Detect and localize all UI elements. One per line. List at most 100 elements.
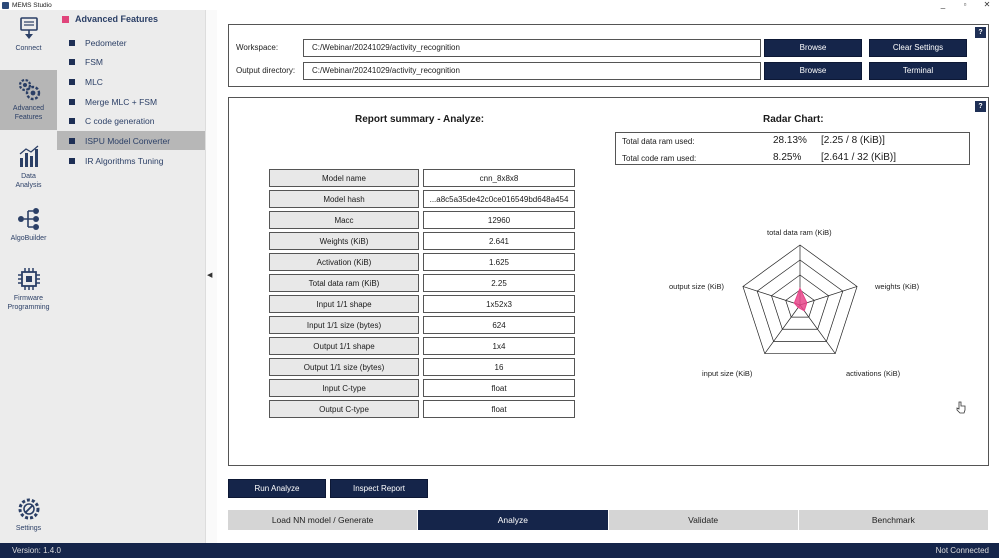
bullet-icon bbox=[69, 117, 75, 124]
table-row: Input 1/1 shape 1x52x3 bbox=[269, 295, 575, 313]
report-summary-table: Model name cnn_8x8x8 Model hash ...a8c5a35d… bbox=[269, 166, 575, 421]
connect-icon bbox=[19, 17, 38, 39]
table-cell-value: float bbox=[423, 400, 575, 418]
table-cell-value: 624 bbox=[423, 316, 575, 334]
hand-cursor-icon bbox=[956, 401, 966, 414]
table-row: Input C-type float bbox=[269, 379, 575, 397]
sidebar-label-connect: Connect bbox=[15, 45, 42, 52]
inspect-report-button[interactable]: Inspect Report bbox=[330, 479, 428, 498]
table-row: Input 1/1 size (bytes) 624 bbox=[269, 316, 575, 334]
radar-chart bbox=[742, 244, 858, 354]
table-cell-value: 1x52x3 bbox=[423, 295, 575, 313]
table-cell-value: 1.625 bbox=[423, 253, 575, 271]
advanced-features-submenu: Advanced Features Pedometer FSM MLC Merg… bbox=[57, 10, 205, 543]
submenu-item-label: FSM bbox=[85, 56, 103, 67]
output-browse-button[interactable]: Browse bbox=[764, 62, 862, 80]
submenu-item-mlc[interactable]: MLC bbox=[57, 72, 205, 91]
code-ram-percent: 8.25% bbox=[773, 152, 802, 163]
table-cell-key: Input 1/1 shape bbox=[269, 295, 419, 313]
radar-chart-title: Radar Chart: bbox=[763, 114, 824, 125]
submenu-item-ir-algorithms-tuning[interactable]: IR Algorithms Tuning bbox=[57, 151, 205, 170]
restore-button[interactable]: ▫ bbox=[956, 0, 974, 10]
run-analyze-button[interactable]: Run Analyze bbox=[228, 479, 326, 498]
table-cell-value: 12960 bbox=[423, 211, 575, 229]
submenu-item-label: ISPU Model Converter bbox=[85, 135, 171, 146]
sidebar-item-firmware-programming[interactable]: Firmware Programming bbox=[0, 260, 57, 318]
bullet-icon bbox=[69, 78, 75, 85]
config-help-button[interactable]: ? bbox=[975, 27, 986, 38]
table-cell-value: 2.25 bbox=[423, 274, 575, 292]
terminal-button[interactable]: Terminal bbox=[869, 62, 967, 80]
code-ram-label: Total code ram used: bbox=[622, 154, 697, 163]
sidebar-label-data-analysis: Data Analysis bbox=[15, 173, 42, 189]
sidebar-item-algobuilder[interactable]: AlgoBuilder bbox=[0, 200, 57, 258]
radar-series-polygon bbox=[793, 286, 808, 312]
submenu-header: Advanced Features bbox=[62, 14, 158, 24]
title-bar: MEMS Studio _ ▫ ✕ bbox=[0, 0, 999, 10]
window-title: MEMS Studio bbox=[12, 1, 52, 9]
app-logo-icon bbox=[2, 1, 9, 9]
sidebar-label-advanced-features: Advanced Features bbox=[12, 105, 45, 121]
submenu-header-marker bbox=[62, 15, 69, 23]
data-ram-label: Total data ram used: bbox=[622, 137, 695, 146]
radar-axis-label-bottom-right: activations (KiB) bbox=[846, 369, 901, 378]
tab-analyze[interactable]: Analyze bbox=[418, 510, 608, 530]
table-row: Model hash ...a8c5a35de42c0ce016549bd648a… bbox=[269, 190, 575, 208]
tab-load-nn-model[interactable]: Load NN model / Generate bbox=[228, 510, 418, 530]
sidebar-item-settings[interactable]: Settings bbox=[0, 493, 57, 543]
output-directory-label: Output directory: bbox=[236, 66, 296, 75]
main-sidebar: Connect Advanced Features Data Analysis … bbox=[0, 10, 57, 543]
table-cell-key: Model hash bbox=[269, 190, 419, 208]
clear-settings-button[interactable]: Clear Settings bbox=[869, 39, 967, 57]
table-cell-value: cnn_8x8x8 bbox=[423, 169, 575, 187]
submenu-item-ispu-model-converter[interactable]: ISPU Model Converter bbox=[57, 131, 205, 150]
settings-icon bbox=[18, 498, 39, 520]
sidebar-item-data-analysis[interactable]: Data Analysis bbox=[0, 138, 57, 196]
radar-axis-label-right: weights (KiB) bbox=[875, 282, 920, 291]
collapse-arrow-icon[interactable]: ◀ bbox=[207, 271, 212, 279]
minimize-button[interactable]: _ bbox=[934, 0, 952, 10]
report-help-button[interactable]: ? bbox=[975, 101, 986, 112]
table-cell-value: 16 bbox=[423, 358, 575, 376]
table-cell-key: Model name bbox=[269, 169, 419, 187]
submenu-item-pedometer[interactable]: Pedometer bbox=[57, 33, 205, 52]
submenu-item-label: Merge MLC + FSM bbox=[85, 96, 158, 107]
table-cell-key: Input 1/1 size (bytes) bbox=[269, 316, 419, 334]
table-cell-key: Macc bbox=[269, 211, 419, 229]
workspace-label: Workspace: bbox=[236, 43, 279, 52]
status-bar: Version: 1.4.0 Not Connected bbox=[0, 543, 999, 558]
bullet-icon bbox=[69, 98, 75, 105]
submenu-item-label: MLC bbox=[85, 76, 103, 87]
close-button[interactable]: ✕ bbox=[978, 0, 996, 10]
submenu-item-c-code-generation[interactable]: C code generation bbox=[57, 111, 205, 130]
tab-benchmark[interactable]: Benchmark bbox=[798, 510, 988, 530]
code-ram-detail: [2.641 / 32 (KiB)] bbox=[821, 152, 897, 163]
table-row: Total data ram (KiB) 2.25 bbox=[269, 274, 575, 292]
table-cell-value: ...a8c5a35de42c0ce016549bd648a454 bbox=[423, 190, 575, 208]
submenu-item-fsm[interactable]: FSM bbox=[57, 52, 205, 71]
sidebar-item-advanced-features[interactable]: Advanced Features bbox=[0, 70, 57, 130]
submenu-item-merge-mlc-fsm[interactable]: Merge MLC + FSM bbox=[57, 92, 205, 111]
connection-status: Not Connected bbox=[935, 546, 989, 555]
submenu-item-label: C code generation bbox=[85, 115, 155, 126]
table-row: Output 1/1 shape 1x4 bbox=[269, 337, 575, 355]
sidebar-item-connect[interactable]: Connect bbox=[0, 10, 57, 68]
output-directory-input[interactable]: C:/Webinar/20241029/activity_recognition bbox=[303, 62, 761, 80]
gears-icon bbox=[18, 78, 40, 101]
table-cell-value: float bbox=[423, 379, 575, 397]
version-text: Version: 1.4.0 bbox=[12, 546, 61, 555]
workspace-input[interactable]: C:/Webinar/20241029/activity_recognition bbox=[303, 39, 761, 57]
tab-validate[interactable]: Validate bbox=[608, 510, 798, 530]
bar-chart-icon bbox=[19, 145, 38, 167]
table-cell-key: Activation (KiB) bbox=[269, 253, 419, 271]
submenu-item-label: Pedometer bbox=[85, 37, 127, 48]
data-ram-percent: 28.13% bbox=[773, 135, 807, 146]
submenu-title: Advanced Features bbox=[75, 14, 159, 24]
sidebar-label-algobuilder: AlgoBuilder bbox=[10, 235, 47, 242]
table-row: Weights (KiB) 2.641 bbox=[269, 232, 575, 250]
submenu-item-label: IR Algorithms Tuning bbox=[85, 155, 164, 166]
radar-axis-label-bottom-left: input size (KiB) bbox=[702, 369, 753, 378]
radar-axis-label-top: total data ram (KiB) bbox=[767, 228, 832, 237]
workspace-browse-button[interactable]: Browse bbox=[764, 39, 862, 57]
ram-usage-box: Total data ram used: 28.13% [2.25 / 8 (K… bbox=[615, 132, 970, 165]
